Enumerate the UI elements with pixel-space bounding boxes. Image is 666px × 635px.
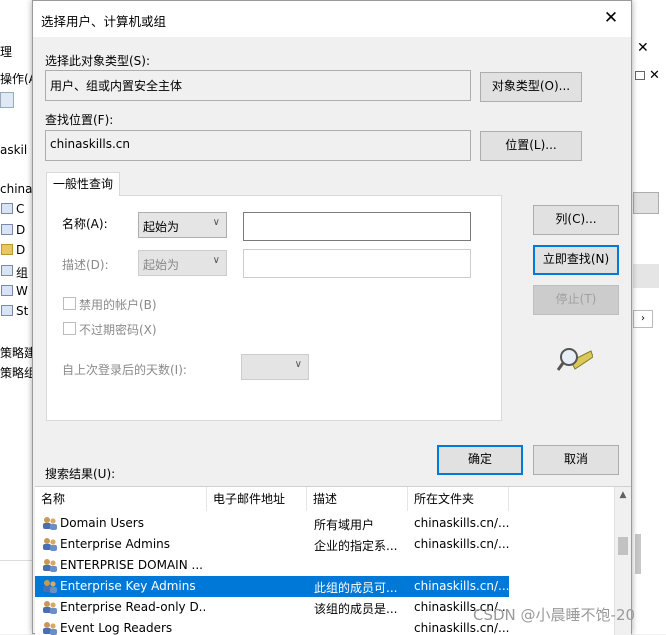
- bg-toolbar-icon[interactable]: [0, 92, 14, 108]
- cell-name: Event Log Readers: [60, 621, 173, 635]
- bg-restore-icon[interactable]: [635, 71, 645, 80]
- days-since-logon-select[interactable]: ∨: [241, 354, 309, 380]
- bg-tree-folder-icon: [1, 305, 13, 316]
- column-header-name[interactable]: 名称: [35, 487, 207, 511]
- title-bar[interactable]: 选择用户、计算机或组 ✕: [33, 1, 631, 37]
- bg-right-panel: ✕ ✕ ›: [630, 0, 666, 634]
- bg-tree-item[interactable]: St: [16, 304, 28, 318]
- location-field: chinaskills.cn: [45, 130, 471, 161]
- disabled-accounts-label: 禁用的帐户(B): [79, 298, 157, 312]
- cell-folder: chinaskills.cn/...: [414, 579, 509, 593]
- bg-bottom-pane: [0, 560, 32, 634]
- non-expiring-password-checkbox[interactable]: [63, 322, 76, 335]
- table-row[interactable]: Enterprise Admins 企业的指定系... chinaskills.cn…: [35, 534, 509, 555]
- close-icon[interactable]: ✕: [597, 5, 625, 33]
- cell-description: 该组的成员是...: [314, 602, 398, 616]
- description-mode-value: 起始为: [143, 258, 180, 272]
- disabled-accounts-checkbox[interactable]: [63, 297, 76, 310]
- cell-name: Enterprise Key Admins: [60, 579, 196, 593]
- column-header-folder[interactable]: 所在文件夹: [408, 487, 509, 511]
- cell-description: 此组的成员可...: [314, 581, 398, 595]
- bg-text-china: china: [0, 182, 33, 196]
- cell-name: Domain Users: [60, 516, 144, 530]
- cell-name: Enterprise Admins: [60, 537, 171, 551]
- stop-button[interactable]: 停止(T): [533, 285, 619, 315]
- scrollbar-thumb[interactable]: [618, 537, 628, 555]
- bg-tree-folder-icon: [1, 265, 13, 276]
- ok-button[interactable]: 确定: [437, 445, 523, 475]
- object-type-label: 选择此对象类型(S):: [45, 54, 151, 68]
- common-queries-panel: 名称(A): 起始为 ∨ 描述(D): 起始为 ∨ 禁用的帐户(B) 不过期密码…: [46, 195, 502, 421]
- column-header-description[interactable]: 描述: [307, 487, 408, 511]
- bg-scrollbar-thumb[interactable]: [635, 534, 641, 574]
- name-label: 名称(A):: [62, 217, 108, 231]
- chevron-down-icon: ∨: [212, 217, 220, 228]
- group-icon: [43, 601, 57, 614]
- watermark: CSDN @小晨睡不饱-20: [473, 606, 636, 624]
- group-icon: [43, 538, 57, 551]
- bg-tree-item[interactable]: D: [16, 223, 25, 237]
- search-results-label: 搜索结果(U):: [45, 467, 116, 481]
- group-icon: [43, 517, 57, 530]
- group-icon: [43, 622, 57, 635]
- bg-scroll-region: [631, 486, 666, 634]
- chevron-down-icon: ∨: [294, 359, 302, 370]
- name-input[interactable]: [243, 212, 471, 241]
- chevron-right-icon[interactable]: ›: [633, 310, 653, 328]
- cell-description: 所有域用户: [314, 518, 375, 532]
- bg-tree-folder-icon: [1, 203, 13, 214]
- bg-tree-item[interactable]: D: [16, 243, 25, 257]
- column-header-email[interactable]: 电子邮件地址: [207, 487, 307, 511]
- cell-folder: chinaskills.cn/...: [414, 516, 509, 530]
- locations-button[interactable]: 位置(L)...: [480, 131, 582, 161]
- scroll-up-icon[interactable]: ▲: [615, 487, 631, 504]
- find-now-button[interactable]: 立即查找(N): [533, 245, 619, 275]
- bg-close-small-icon[interactable]: ✕: [649, 68, 660, 83]
- cancel-button[interactable]: 取消: [533, 445, 619, 475]
- bg-text-1: 理: [0, 45, 13, 59]
- object-types-button[interactable]: 对象类型(O)...: [480, 72, 582, 102]
- bg-tree-folder-icon: [1, 224, 13, 235]
- bg-close-icon[interactable]: ✕: [637, 40, 649, 56]
- name-mode-select[interactable]: 起始为 ∨: [138, 212, 227, 238]
- select-users-dialog: 选择用户、计算机或组 ✕ 选择此对象类型(S): 用户、组或内置安全主体 对象类…: [32, 0, 632, 635]
- chevron-down-icon: ∨: [212, 255, 220, 266]
- bg-tree-item[interactable]: W: [16, 284, 28, 298]
- group-icon: [43, 559, 57, 572]
- bg-button[interactable]: [633, 192, 659, 214]
- bg-tree-item[interactable]: 组: [16, 264, 28, 281]
- description-label: 描述(D):: [62, 258, 109, 272]
- tab-common-queries[interactable]: 一般性查询: [46, 172, 120, 196]
- bg-text-policy-2: 策略组: [0, 366, 37, 380]
- table-row[interactable]: ENTERPRISE DOMAIN ...: [35, 555, 509, 576]
- group-icon: [43, 580, 57, 593]
- dialog-title: 选择用户、计算机或组: [41, 14, 167, 29]
- table-row[interactable]: Event Log Readers chinaskills.cn/...: [35, 618, 509, 635]
- cell-name: ENTERPRISE DOMAIN ...: [60, 558, 203, 572]
- bg-list-row: [633, 264, 659, 288]
- description-mode-select[interactable]: 起始为 ∨: [138, 250, 227, 276]
- search-flashlight-icon: [557, 348, 593, 371]
- cell-folder: chinaskills.cn/...: [414, 537, 509, 551]
- bg-text-policy-1: 策略建: [0, 346, 37, 360]
- table-row[interactable]: Domain Users 所有域用户 chinaskills.cn/...: [35, 513, 509, 534]
- non-expiring-password-label: 不过期密码(X): [79, 323, 157, 337]
- object-type-field: 用户、组或内置安全主体: [45, 70, 471, 101]
- days-since-logon-label: 自上次登录后的天数(I):: [62, 363, 187, 377]
- cell-description: 企业的指定系...: [314, 539, 398, 553]
- columns-button[interactable]: 列(C)...: [533, 205, 619, 235]
- bg-tree-folder-icon: [1, 285, 13, 296]
- location-label: 查找位置(F):: [45, 113, 114, 127]
- description-input[interactable]: [243, 249, 471, 278]
- cell-name: Enterprise Read-only D...: [60, 600, 205, 614]
- table-row[interactable]: Enterprise Key Admins 此组的成员可... chinaskill…: [35, 576, 509, 597]
- bg-tree-item[interactable]: C: [16, 202, 24, 216]
- bg-text-askil: askil: [0, 143, 28, 157]
- table-row[interactable]: Enterprise Read-only D... 该组的成员是... chinas…: [35, 597, 509, 618]
- name-mode-value: 起始为: [143, 220, 180, 234]
- bg-tree-folder-icon: [1, 244, 13, 255]
